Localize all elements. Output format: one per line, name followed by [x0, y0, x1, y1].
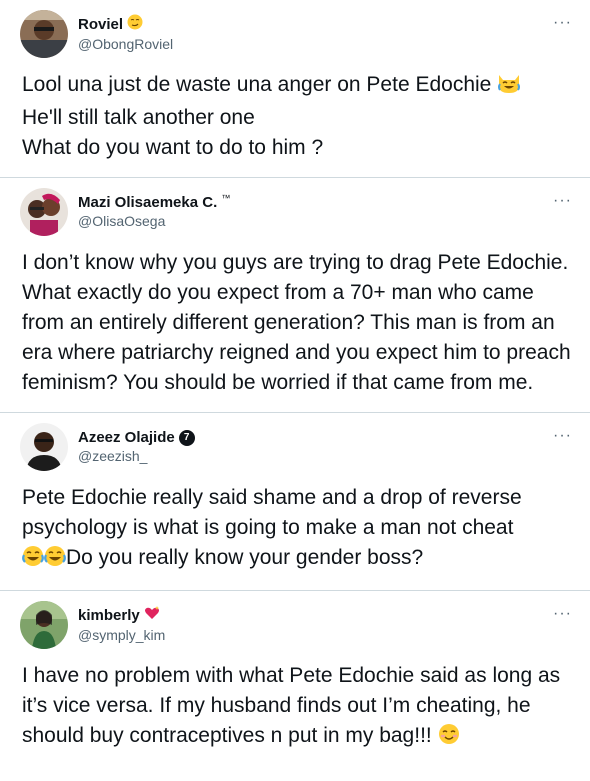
- tweet-header: Roviel @ObongRoviel: [20, 8, 572, 60]
- avatar[interactable]: [20, 601, 68, 649]
- tweet-roviel[interactable]: Roviel @ObongRoviel ··· Lool una just de…: [0, 0, 590, 177]
- more-options-icon[interactable]: ···: [553, 427, 572, 445]
- tweet-text: Lool una just de waste una anger on Pete…: [20, 60, 572, 177]
- more-options-icon[interactable]: ···: [553, 605, 572, 623]
- display-name[interactable]: kimberly: [78, 607, 140, 626]
- number-badge-icon: 7: [178, 430, 195, 447]
- tweet-text-part: Do you really know your gender boss?: [66, 546, 424, 569]
- handle[interactable]: @ObongRoviel: [78, 36, 173, 54]
- tweet-header: kimberly @symply_kim: [20, 599, 572, 651]
- tweet-mazi-olisaemeka[interactable]: Mazi Olisaemeka C. ™ @OlisaOsega ··· I d…: [0, 178, 590, 412]
- avatar[interactable]: [20, 423, 68, 471]
- tweet-text: I have no problem with what Pete Edochie…: [20, 651, 572, 768]
- more-options-icon[interactable]: ···: [553, 14, 572, 32]
- display-name[interactable]: Azeez Olajide: [78, 429, 175, 448]
- display-name-text: Mazi Olisaemeka C.: [78, 194, 218, 212]
- display-name[interactable]: Roviel: [78, 16, 123, 35]
- display-name[interactable]: Mazi Olisaemeka C. ™: [78, 193, 230, 213]
- tweet-text: I don’t know why you guys are trying to …: [22, 251, 577, 394]
- tweet-kimberly[interactable]: kimberly @symply_kim ··· I have no probl…: [0, 591, 590, 768]
- tweet-text: Pete Edochie really said shame and a dro…: [20, 473, 572, 590]
- handle[interactable]: @zeezish_: [78, 448, 195, 466]
- avatar[interactable]: [20, 188, 68, 236]
- tweet-header: Mazi Olisaemeka C. ™ @OlisaOsega: [20, 186, 572, 238]
- tweet-text-part: I have no problem with what Pete Edochie…: [22, 664, 566, 747]
- crying-laughing-cat-emoji-icon: [497, 72, 521, 103]
- tweet-line: He'll still talk another one: [22, 106, 255, 129]
- tweet-header: Azeez Olajide 7 @zeezish_: [20, 421, 572, 473]
- sparkling-heart-emoji-icon: [144, 605, 160, 627]
- smiling-face-emoji-icon: [438, 723, 460, 754]
- tweet-line: What do you want to do to him ?: [22, 136, 324, 159]
- handle[interactable]: @symply_kim: [78, 627, 165, 645]
- trademark-mark: ™: [221, 193, 231, 204]
- handle[interactable]: @OlisaOsega: [78, 213, 230, 231]
- tears-of-joy-emoji-icon: [22, 545, 66, 576]
- tweet-line: Lool una just de waste una anger on Pete…: [22, 73, 492, 96]
- tweet-text-part: Pete Edochie really said shame and a dro…: [22, 486, 528, 539]
- avatar[interactable]: [20, 10, 68, 58]
- tweet-azeez-olajide[interactable]: Azeez Olajide 7 @zeezish_ ··· Pete Edoch…: [0, 413, 590, 590]
- more-options-icon[interactable]: ···: [553, 192, 572, 210]
- smirk-face-emoji-icon: [127, 14, 143, 36]
